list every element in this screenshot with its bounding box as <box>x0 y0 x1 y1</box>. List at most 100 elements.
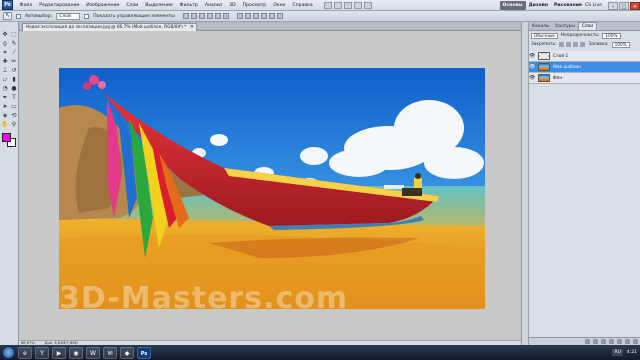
adjustment-layer-icon[interactable] <box>609 339 614 344</box>
layer-row-background[interactable]: 👁 Фон <box>529 73 640 84</box>
taskbar-word-icon[interactable]: W <box>86 346 100 359</box>
clock[interactable]: 4:21 <box>627 350 637 355</box>
close-button[interactable]: ✕ <box>630 1 640 10</box>
workspace-essentials[interactable]: Основы <box>499 1 526 10</box>
taskbar-mail-icon[interactable]: ✉ <box>103 346 117 359</box>
taskbar-media-player-icon[interactable]: ▶ <box>52 346 66 359</box>
workspace-painting[interactable]: Рисование <box>551 1 585 10</box>
gradient-tool-icon[interactable]: ▮ <box>10 76 18 84</box>
shape-tool-icon[interactable]: ▭ <box>10 103 18 111</box>
taskbar-browser-icon[interactable]: e <box>18 346 32 359</box>
distribute-center-icon[interactable] <box>268 13 275 19</box>
screen-mode-button[interactable] <box>364 1 373 9</box>
tab-channels[interactable]: Каналы <box>529 23 552 30</box>
show-transform-checkbox[interactable] <box>84 13 90 19</box>
menu-image[interactable]: Изображение <box>83 0 123 11</box>
taskbar-app-icon[interactable]: ◆ <box>120 346 134 359</box>
new-group-icon[interactable] <box>617 339 622 344</box>
stamp-tool-icon[interactable]: ⊥ <box>1 67 9 75</box>
arrange-documents-button[interactable] <box>354 1 363 9</box>
link-layers-icon[interactable] <box>585 339 590 344</box>
document-canvas[interactable] <box>59 68 485 309</box>
language-indicator[interactable]: RU <box>612 349 623 356</box>
distribute-right-icon[interactable] <box>276 13 283 19</box>
healing-tool-icon[interactable]: ✚ <box>1 58 9 66</box>
layer-row-layer1[interactable]: 👁 Слой 1 <box>529 51 640 62</box>
move-tool-preset-icon[interactable]: ↖ <box>3 12 12 20</box>
lock-transparency-icon[interactable] <box>559 42 565 47</box>
minimize-button[interactable]: – <box>608 1 618 10</box>
align-left-icon[interactable] <box>206 13 213 19</box>
menu-3d[interactable]: 3D <box>226 0 239 11</box>
tab-layers[interactable]: Слои <box>577 22 598 30</box>
visibility-eye-icon[interactable]: 👁 <box>529 64 535 70</box>
lock-pixels-icon[interactable] <box>566 42 572 47</box>
autoselect-dropdown[interactable]: Слой <box>56 12 81 20</box>
distribute-top-icon[interactable] <box>236 13 243 19</box>
document-tab[interactable]: Новая экспозиция до экспозиции.jpg @ 66,… <box>22 23 197 31</box>
eyedropper-tool-icon[interactable]: ⁄ <box>10 49 18 57</box>
distribute-left-icon[interactable] <box>260 13 267 19</box>
type-tool-icon[interactable]: T <box>10 94 18 102</box>
hand-tool-icon[interactable]: ✋ <box>1 121 9 129</box>
dodge-tool-icon[interactable]: ● <box>10 85 18 93</box>
path-select-tool-icon[interactable]: ➤ <box>1 103 9 111</box>
cs-live-button[interactable]: CS Live <box>585 3 602 8</box>
3d-orbit-tool-icon[interactable]: ⟲ <box>10 112 18 120</box>
visibility-eye-icon[interactable]: 👁 <box>529 53 535 59</box>
lock-position-icon[interactable] <box>573 42 579 47</box>
new-layer-icon[interactable] <box>625 339 630 344</box>
layer-mask-icon[interactable] <box>601 339 606 344</box>
tab-paths[interactable]: Контуры <box>552 23 578 30</box>
eraser-tool-icon[interactable]: ▱ <box>1 76 9 84</box>
menu-edit[interactable]: Редактирование <box>36 0 83 11</box>
align-right-icon[interactable] <box>222 13 229 19</box>
align-middle-icon[interactable] <box>190 13 197 19</box>
layer-row-my-template[interactable]: 👁 Мой шаблон <box>529 62 640 73</box>
zoom-level-button[interactable] <box>344 1 353 9</box>
start-button[interactable] <box>2 346 15 359</box>
align-center-icon[interactable] <box>214 13 221 19</box>
pen-tool-icon[interactable]: ✒ <box>1 94 9 102</box>
menu-filter[interactable]: Фильтр <box>176 0 201 11</box>
lasso-tool-icon[interactable]: ϙ <box>1 40 9 48</box>
delete-layer-icon[interactable] <box>633 339 638 344</box>
opacity-field[interactable]: 100% <box>602 32 621 39</box>
layer-style-icon[interactable] <box>593 339 598 344</box>
menu-analysis[interactable]: Анализ <box>201 0 225 11</box>
menu-file[interactable]: Файл <box>16 0 36 11</box>
distribute-bottom-icon[interactable] <box>252 13 259 19</box>
history-brush-tool-icon[interactable]: ↺ <box>10 67 18 75</box>
maximize-button[interactable]: □ <box>619 1 629 10</box>
menu-select[interactable]: Выделение <box>142 0 176 11</box>
blur-tool-icon[interactable]: ◔ <box>1 85 9 93</box>
menu-view[interactable]: Просмотр <box>239 0 270 11</box>
distribute-middle-icon[interactable] <box>244 13 251 19</box>
minibridge-button[interactable] <box>334 1 343 9</box>
taskbar-chrome-icon[interactable]: ◉ <box>69 346 83 359</box>
align-top-icon[interactable] <box>182 13 189 19</box>
taskbar-yandex-icon[interactable]: Y <box>35 346 49 359</box>
lock-all-icon[interactable] <box>580 42 586 47</box>
zoom-tool-icon[interactable]: ⚲ <box>10 121 18 129</box>
align-bottom-icon[interactable] <box>198 13 205 19</box>
crop-tool-icon[interactable]: ⌗ <box>1 49 9 57</box>
foreground-color-swatch[interactable] <box>2 133 11 142</box>
move-tool-icon[interactable]: ✥ <box>1 31 9 39</box>
taskbar-photoshop-icon[interactable]: Ps <box>137 346 151 359</box>
autoselect-checkbox[interactable] <box>16 13 21 19</box>
bridge-button[interactable] <box>324 1 333 9</box>
canvas-workspace[interactable]: 3D-Masters.com <box>19 31 521 340</box>
collapsed-panel-icons[interactable] <box>522 22 529 345</box>
marquee-tool-icon[interactable]: ⬚ <box>10 31 18 39</box>
close-document-icon[interactable]: ✕ <box>190 24 194 31</box>
fill-field[interactable]: 100% <box>611 41 630 48</box>
blend-mode-dropdown[interactable]: Обычные <box>531 32 558 39</box>
menu-window[interactable]: Окно <box>270 0 289 11</box>
menu-help[interactable]: Справка <box>289 0 316 11</box>
quick-select-tool-icon[interactable]: ✎ <box>10 40 18 48</box>
menu-layers[interactable]: Слои <box>123 0 142 11</box>
visibility-eye-icon[interactable]: 👁 <box>529 75 535 81</box>
brush-tool-icon[interactable]: ✏ <box>10 58 18 66</box>
3d-rotate-tool-icon[interactable]: ◈ <box>1 112 9 120</box>
